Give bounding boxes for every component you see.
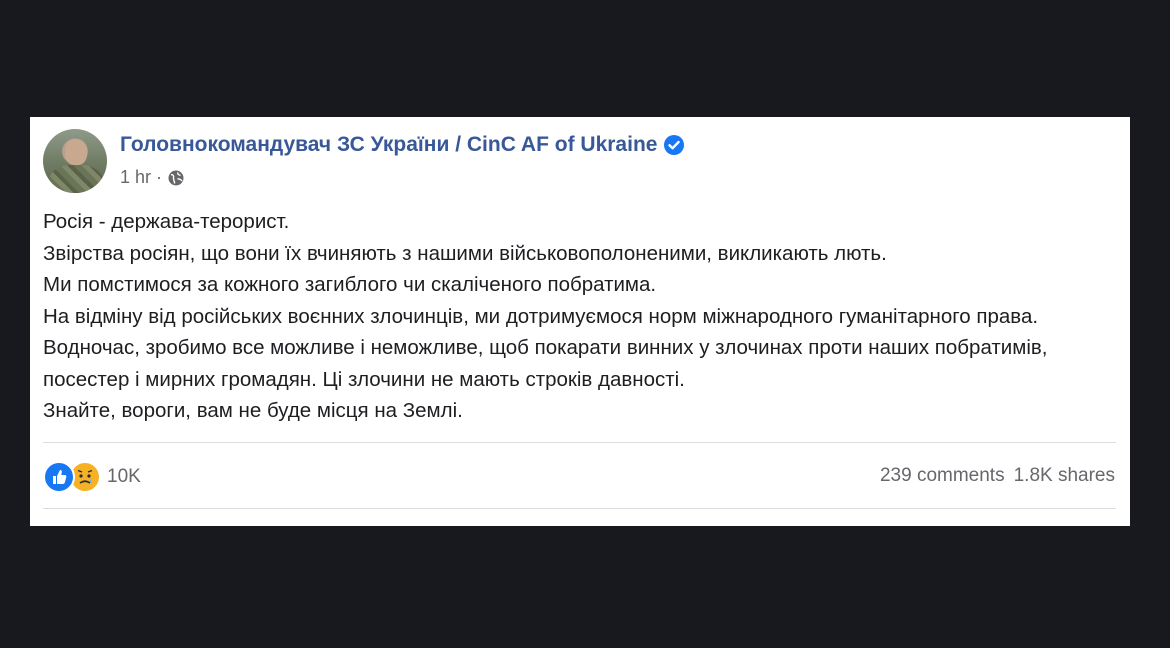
author-name-link[interactable]: Головнокомандувач ЗС України / CinC AF o… bbox=[120, 133, 685, 157]
divider bbox=[43, 508, 1116, 509]
like-icon bbox=[43, 461, 75, 493]
verified-badge-icon bbox=[664, 135, 685, 155]
post-paragraph: Звірства росіян, що вони їх вчиняють з н… bbox=[43, 241, 887, 265]
globe-icon[interactable] bbox=[167, 169, 185, 187]
post-paragraph: На відміну від російських воєнних злочин… bbox=[43, 304, 1048, 391]
post-paragraph: Знайте, вороги, вам не буде місця на Зем… bbox=[43, 399, 463, 422]
post-stats: 239 comments 1.8K shares bbox=[880, 465, 1115, 487]
author-name[interactable]: Головнокомандувач ЗС України / CinC AF o… bbox=[120, 133, 657, 157]
post-meta: 1 hr · bbox=[120, 167, 185, 188]
meta-separator: · bbox=[156, 167, 163, 187]
post-paragraph: Ми помстимося за кожного загиблого чи ск… bbox=[43, 273, 657, 296]
post-timestamp[interactable]: 1 hr bbox=[120, 167, 151, 188]
post-card: Головнокомандувач ЗС України / CinC AF o… bbox=[30, 117, 1130, 526]
comments-count[interactable]: 239 comments bbox=[880, 465, 1005, 487]
shares-count[interactable]: 1.8K shares bbox=[1014, 465, 1115, 487]
avatar[interactable] bbox=[43, 129, 107, 193]
divider bbox=[43, 442, 1116, 443]
reaction-count[interactable]: 10K bbox=[107, 466, 141, 488]
post-paragraph: Росія - держава-терорист. bbox=[43, 210, 290, 233]
reactions-summary[interactable]: 10K bbox=[43, 461, 141, 493]
post-text: Росія - держава-терорист. Звірства росія… bbox=[43, 206, 1118, 427]
